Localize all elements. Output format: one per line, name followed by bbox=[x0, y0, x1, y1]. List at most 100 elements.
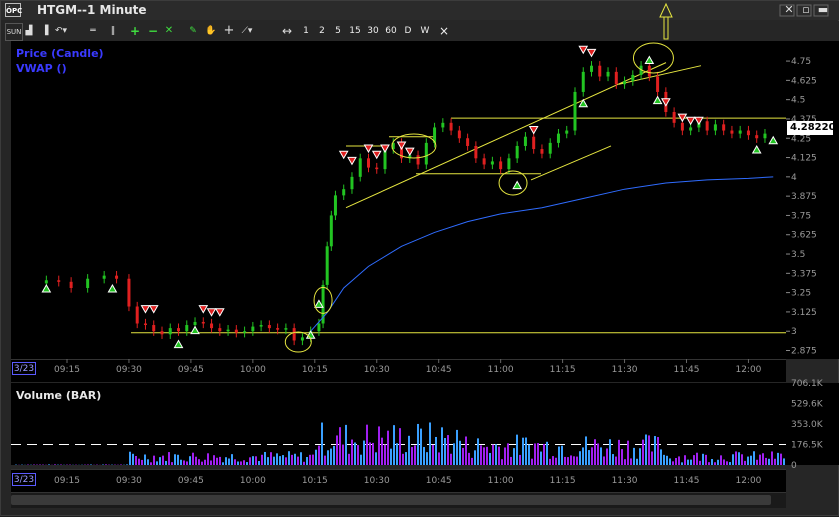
time-axis-label: 10:30 bbox=[364, 365, 390, 375]
volume-bar bbox=[294, 454, 296, 465]
price-axis-label: 4.125 bbox=[791, 154, 817, 164]
volume-bar bbox=[207, 453, 209, 465]
volume-bar bbox=[498, 447, 500, 465]
candle-body bbox=[334, 195, 337, 215]
volume-bar bbox=[204, 460, 206, 465]
candle-body bbox=[573, 92, 576, 131]
volume-bar bbox=[480, 445, 482, 465]
candle-body bbox=[689, 127, 692, 130]
volume-bar bbox=[492, 445, 494, 465]
volume-bar bbox=[435, 437, 437, 465]
volume-bar bbox=[459, 441, 461, 465]
volume-bar bbox=[351, 440, 353, 465]
volume-bar bbox=[273, 457, 275, 465]
volume-bar bbox=[129, 452, 131, 465]
price-axis-label: 3.25 bbox=[791, 289, 811, 299]
time-axis-label: 09:30 bbox=[116, 365, 142, 375]
volume-bar bbox=[261, 455, 263, 465]
price-axis-label: 3.625 bbox=[791, 231, 817, 241]
volume-axis-label: 529.6K bbox=[791, 399, 824, 409]
volume-bar bbox=[288, 451, 290, 465]
volume-axis-label: 0 bbox=[791, 461, 797, 471]
volume-bar bbox=[456, 430, 458, 465]
volume-bar bbox=[483, 447, 485, 465]
volume-bar bbox=[735, 451, 737, 465]
candle-body bbox=[507, 158, 510, 169]
volume-bar bbox=[324, 456, 326, 465]
volume-bar bbox=[285, 457, 287, 465]
volume-bar bbox=[621, 449, 623, 465]
volume-bar bbox=[546, 442, 548, 465]
candle-body bbox=[524, 137, 527, 146]
candle-body bbox=[474, 146, 477, 158]
volume-bar bbox=[48, 464, 50, 465]
horizontal-scrollbar[interactable] bbox=[11, 492, 786, 508]
volume-bar bbox=[327, 450, 329, 465]
volume-bar bbox=[342, 445, 344, 465]
volume-bar bbox=[684, 455, 686, 465]
volume-bar bbox=[384, 445, 386, 465]
volume-bar bbox=[669, 458, 671, 465]
sell-signal-icon bbox=[406, 148, 414, 155]
volume-bar bbox=[750, 456, 752, 465]
sell-signal-icon bbox=[340, 151, 348, 158]
volume-bar bbox=[723, 459, 725, 465]
volume-bar bbox=[540, 452, 542, 465]
scrollbar-thumb[interactable] bbox=[11, 495, 771, 505]
volume-bar bbox=[354, 442, 356, 465]
volume-bar bbox=[252, 456, 254, 465]
volume-bar bbox=[315, 450, 317, 465]
volume-bar bbox=[438, 452, 440, 465]
volume-bar bbox=[279, 456, 281, 465]
volume-bar bbox=[237, 461, 239, 465]
candle-body bbox=[565, 131, 568, 134]
volume-bar bbox=[132, 454, 134, 465]
volume-bar bbox=[675, 458, 677, 465]
candle-body bbox=[491, 161, 494, 164]
volume-bar bbox=[321, 423, 323, 465]
volume-bar bbox=[417, 424, 419, 465]
volume-bar bbox=[468, 453, 470, 465]
time-axis-label: 12:00 bbox=[735, 365, 761, 375]
volume-bar bbox=[54, 464, 56, 465]
volume-bar bbox=[168, 452, 170, 465]
buy-signal-icon bbox=[175, 341, 183, 348]
candle-body bbox=[714, 124, 717, 130]
volume-bar bbox=[396, 443, 398, 465]
volume-bar bbox=[426, 452, 428, 465]
volume-bar bbox=[702, 454, 704, 465]
volume-bar bbox=[582, 447, 584, 465]
candle-body bbox=[330, 215, 333, 246]
candle-body bbox=[210, 323, 213, 328]
candle-body bbox=[673, 112, 676, 123]
volume-bar bbox=[771, 451, 773, 465]
legend-vwap: VWAP () bbox=[16, 62, 67, 75]
candle-body bbox=[342, 189, 345, 195]
volume-bar bbox=[486, 447, 488, 465]
volume-bar bbox=[390, 449, 392, 465]
volume-bar bbox=[453, 443, 455, 465]
volume-bar bbox=[222, 462, 224, 465]
volume-bar bbox=[198, 459, 200, 465]
volume-bar bbox=[339, 427, 341, 465]
volume-bar bbox=[642, 440, 644, 465]
buy-signal-icon bbox=[191, 327, 199, 334]
volume-bar bbox=[525, 438, 527, 465]
volume-bar bbox=[504, 447, 506, 465]
volume-bar bbox=[186, 461, 188, 465]
volume-bar bbox=[276, 453, 278, 465]
candle-body bbox=[235, 330, 238, 333]
candle-body bbox=[549, 143, 552, 154]
volume-bar bbox=[687, 460, 689, 465]
time-axis-label: 11:00 bbox=[488, 365, 514, 375]
volume-bar bbox=[633, 448, 635, 465]
candle-body bbox=[152, 325, 155, 331]
volume-bar bbox=[639, 448, 641, 465]
candle-body bbox=[739, 131, 742, 134]
candle-body bbox=[722, 124, 725, 130]
candle-body bbox=[557, 134, 560, 143]
volume-time-axis-label: 09:30 bbox=[116, 476, 142, 486]
volume-bar bbox=[318, 446, 320, 465]
volume-bar bbox=[90, 464, 92, 465]
volume-bar bbox=[465, 436, 467, 465]
